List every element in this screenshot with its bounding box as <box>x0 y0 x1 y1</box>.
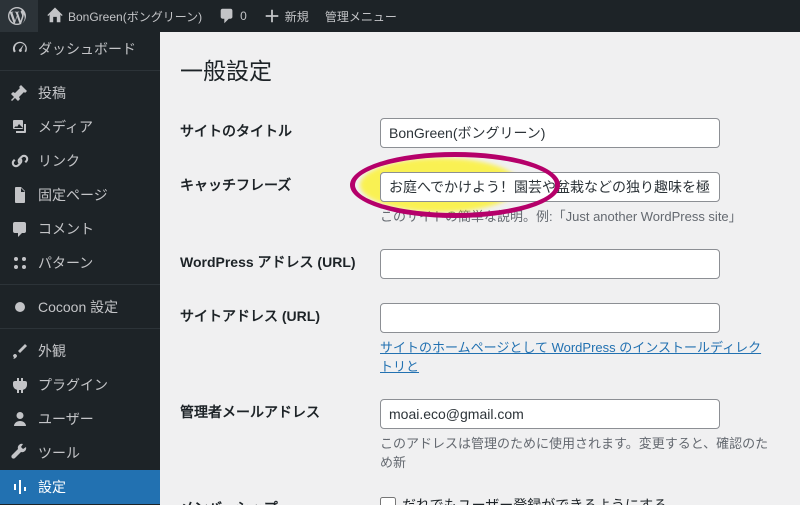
menu-separator <box>0 280 160 285</box>
sidebar-item-links[interactable]: リンク <box>0 144 160 178</box>
sidebar-item-cocoon[interactable]: Cocoon 設定 <box>0 290 160 324</box>
site-url-help-link[interactable]: サイトのホームページとして WordPress のインストールディレクトリと <box>380 340 761 374</box>
main-content: 一般設定 サイトのタイトル キャッチフレーズ このサイトの簡単な説明。例:「Ju… <box>160 32 800 505</box>
page-icon <box>10 185 30 205</box>
field-label-wp-url: WordPress アドレス (URL) <box>180 237 380 291</box>
cocoon-icon <box>10 297 30 317</box>
sidebar-item-label: ダッシュボード <box>38 39 136 59</box>
field-label-tagline: キャッチフレーズ <box>180 160 380 237</box>
admin-menu-label: 管理メニュー <box>325 8 397 25</box>
settings-form: サイトのタイトル キャッチフレーズ このサイトの簡単な説明。例:「Just an… <box>180 106 780 505</box>
admin-menu-link[interactable]: 管理メニュー <box>317 0 405 32</box>
page-title: 一般設定 <box>180 52 780 86</box>
sidebar-item-label: 外観 <box>38 341 66 361</box>
sidebar-item-label: Cocoon 設定 <box>38 297 118 317</box>
comments-count: 0 <box>240 9 247 23</box>
field-label-membership: メンバーシップ <box>180 483 380 505</box>
sidebar-item-pages[interactable]: 固定ページ <box>0 178 160 212</box>
sidebar-item-patterns[interactable]: パターン <box>0 246 160 280</box>
sidebar-item-label: メディア <box>38 117 93 137</box>
wp-url-input[interactable] <box>380 249 720 279</box>
new-label: 新規 <box>285 8 309 25</box>
sidebar-item-appearance[interactable]: 外観 <box>0 334 160 368</box>
sidebar-item-media[interactable]: メディア <box>0 110 160 144</box>
sidebar-item-label: ツール <box>38 443 80 463</box>
sidebar-item-label: パターン <box>38 253 93 273</box>
wp-logo-menu[interactable] <box>0 0 38 32</box>
link-icon <box>10 151 30 171</box>
field-label-site-title: サイトのタイトル <box>180 106 380 160</box>
home-icon <box>46 7 64 25</box>
admin-email-description: このアドレスは管理のために使用されます。変更すると、確認のため新 <box>380 433 770 471</box>
comment-icon <box>218 7 236 25</box>
site-url-input[interactable] <box>380 303 720 333</box>
sidebar-item-label: コメント <box>38 219 94 239</box>
user-icon <box>10 409 30 429</box>
settings-icon <box>10 477 30 497</box>
sidebar-item-label: プラグイン <box>38 375 108 395</box>
sidebar-item-label: 設定 <box>38 477 66 497</box>
sidebar-item-label: 固定ページ <box>38 185 108 205</box>
sidebar-item-label: リンク <box>38 151 80 171</box>
sidebar-item-comments[interactable]: コメント <box>0 212 160 246</box>
patterns-icon <box>10 253 30 273</box>
menu-separator <box>0 66 160 71</box>
new-content-link[interactable]: 新規 <box>255 0 317 32</box>
sidebar-item-dashboard[interactable]: ダッシュボード <box>0 32 160 66</box>
sidebar-item-plugins[interactable]: プラグイン <box>0 368 160 402</box>
sidebar-item-label: ユーザー <box>38 409 94 429</box>
wrench-icon <box>10 443 30 463</box>
comments-link[interactable]: 0 <box>210 0 255 32</box>
pin-icon <box>10 83 30 103</box>
site-name: BonGreen(ボングリーン) <box>68 8 202 25</box>
sidebar-item-users[interactable]: ユーザー <box>0 402 160 436</box>
sidebar-item-label: 投稿 <box>38 83 66 103</box>
dashboard-icon <box>10 39 30 59</box>
field-label-site-url: サイトアドレス (URL) <box>180 291 380 387</box>
site-title-input[interactable] <box>380 118 720 148</box>
membership-checkbox[interactable] <box>380 497 396 505</box>
wordpress-icon <box>8 7 26 25</box>
sidebar-item-tools[interactable]: ツール <box>0 436 160 470</box>
membership-checkbox-label: だれでもユーザー登録ができるようにする <box>402 495 667 505</box>
site-home-link[interactable]: BonGreen(ボングリーン) <box>38 0 210 32</box>
menu-separator <box>0 324 160 329</box>
plugin-icon <box>10 375 30 395</box>
sidebar-item-settings[interactable]: 設定 <box>0 470 160 504</box>
tagline-description: このサイトの簡単な説明。例:「Just another WordPress si… <box>380 206 770 225</box>
admin-sidebar: ダッシュボード 投稿 メディア リンク 固定ページ コメント パターン <box>0 32 160 505</box>
comment-icon <box>10 219 30 239</box>
admin-email-input[interactable] <box>380 399 720 429</box>
sidebar-item-posts[interactable]: 投稿 <box>0 76 160 110</box>
tagline-input[interactable] <box>380 172 720 202</box>
media-icon <box>10 117 30 137</box>
brush-icon <box>10 341 30 361</box>
plus-icon <box>263 7 281 25</box>
admin-bar: BonGreen(ボングリーン) 0 新規 管理メニュー <box>0 0 800 32</box>
field-label-admin-email: 管理者メールアドレス <box>180 387 380 483</box>
